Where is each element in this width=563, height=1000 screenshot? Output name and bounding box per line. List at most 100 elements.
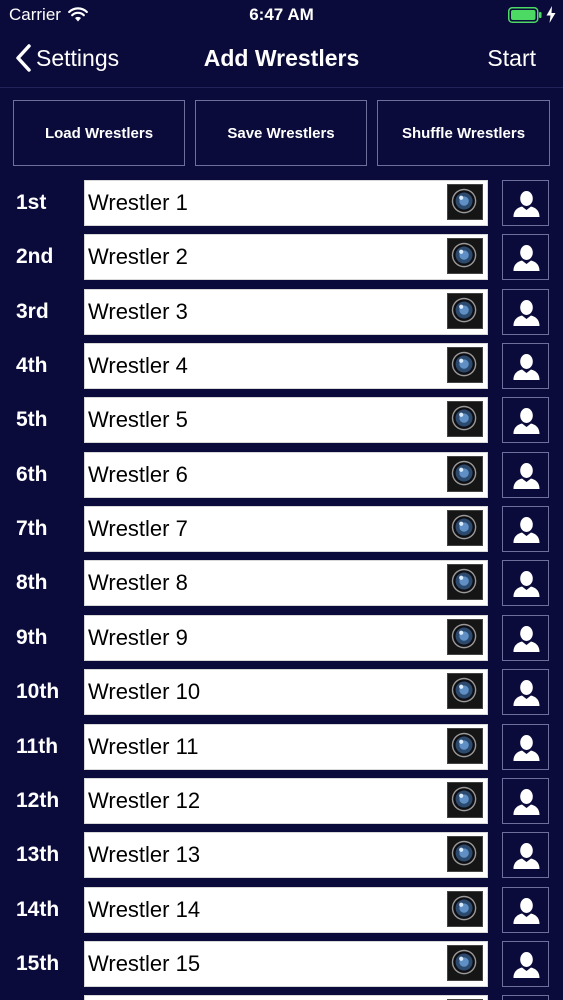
choose-contact-button[interactable] [502,397,549,444]
choose-contact-button[interactable] [502,288,549,335]
choose-contact-button[interactable] [502,506,549,553]
shuffle-wrestlers-button[interactable]: Shuffle Wrestlers [377,100,550,166]
person-icon [513,517,540,544]
camera-lens-icon-graphic [451,677,477,703]
wrestler-name-text: Wrestler 12 [88,787,201,813]
rank-label: 6th [16,462,48,486]
camera-lens-icon[interactable] [447,618,483,655]
rank-label: 13th [16,843,60,867]
person-icon [513,462,540,489]
camera-lens-icon-graphic [451,351,477,377]
wrestler-name-text: Wrestler 7 [88,516,188,542]
camera-lens-icon[interactable] [447,510,483,547]
wrestler-name-text: Wrestler 9 [88,624,188,650]
wrestler-name-text: Wrestler 6 [88,461,188,487]
choose-contact-button[interactable] [502,940,549,987]
camera-lens-icon[interactable] [447,347,483,384]
wrestler-name-field[interactable]: Wrestler 14 [84,886,488,933]
wrestler-name-text: Wrestler 4 [88,353,188,379]
wrestler-name-field[interactable]: Wrestler 7 [84,506,488,553]
camera-lens-icon-graphic [451,895,477,920]
camera-lens-icon-graphic [451,297,477,323]
rank-label: 4th [16,354,48,378]
choose-contact-button[interactable] [502,886,549,933]
wrestler-name-field[interactable]: Wrestler 9 [84,614,488,661]
rank-label: 15th [16,951,60,975]
camera-lens-icon[interactable] [447,401,483,438]
choose-contact-button[interactable] [502,832,549,879]
choose-contact-button[interactable] [502,995,549,1000]
wrestler-name-text: Wrestler 13 [88,842,201,868]
wrestler-row: 3rd Wrestler 3 [0,288,563,335]
wrestler-row: 7th Wrestler 7 [0,506,563,553]
add-wrestlers-screen: Carrier 6:47 AM Settings Add Wrestlers S… [0,0,563,1000]
clock-time: 6:47 AM [249,5,314,24]
wrestler-row: 11th Wrestler 11 [0,723,563,770]
camera-lens-icon[interactable] [447,238,483,275]
rank-label: 2nd [16,245,54,269]
choose-contact-button[interactable] [502,451,549,498]
wrestler-name-field[interactable]: Wrestler 12 [84,777,488,824]
rank-label: 1st [16,191,47,214]
person-icon [513,354,540,381]
wrestler-name-field[interactable] [84,995,488,1000]
wrestler-name-field[interactable]: Wrestler 1 [84,180,488,226]
navigation-bar: Settings Add Wrestlers Start [0,30,563,88]
choose-contact-button[interactable] [502,234,549,281]
wrestler-name-field[interactable]: Wrestler 11 [84,723,488,770]
wrestler-name-text: Wrestler 2 [88,244,188,270]
wrestler-name-field[interactable]: Wrestler 4 [84,343,488,390]
choose-contact-button[interactable] [502,669,549,716]
wrestler-name-text: Wrestler 1 [88,190,188,215]
choose-contact-button[interactable] [502,723,549,770]
wrestler-row: 1st Wrestler 1 [0,180,563,226]
wrestler-name-field[interactable]: Wrestler 6 [84,451,488,498]
wrestler-name-field[interactable]: Wrestler 3 [84,288,488,335]
camera-lens-icon[interactable] [447,781,483,818]
camera-lens-icon[interactable] [447,836,483,873]
status-bar: Carrier 6:47 AM [0,0,563,30]
rank-label: 8th [16,571,48,595]
person-icon [513,843,540,870]
camera-lens-icon[interactable] [447,455,483,492]
choose-contact-button[interactable] [502,180,549,226]
camera-lens-icon[interactable] [447,890,483,927]
choose-contact-button[interactable] [502,614,549,661]
wrestler-row: 8th Wrestler 8 [0,560,563,607]
wrestler-name-field[interactable]: Wrestler 2 [84,234,488,281]
load-wrestlers-button[interactable]: Load Wrestlers [13,100,185,166]
wrestler-name-text: Wrestler 14 [88,896,201,922]
rank-label: 3rd [16,299,49,323]
choose-contact-button[interactable] [502,560,549,607]
camera-lens-icon-graphic [451,188,477,214]
wrestler-row: 5th Wrestler 5 [0,397,563,444]
save-wrestlers-button[interactable]: Save Wrestlers [195,100,367,166]
battery-icon [508,7,542,23]
person-icon [513,571,540,598]
camera-lens-icon[interactable] [447,944,483,981]
camera-lens-icon[interactable] [447,727,483,764]
camera-lens-icon[interactable] [447,184,483,220]
choose-contact-button[interactable] [502,777,549,824]
wrestler-name-field[interactable]: Wrestler 8 [84,560,488,607]
wrestler-name-text: Wrestler 15 [88,950,201,976]
wrestler-name-field[interactable]: Wrestler 15 [84,940,488,987]
wrestler-name-text: Wrestler 5 [88,407,188,433]
wrestler-row: 4th Wrestler 4 [0,343,563,390]
camera-lens-icon-graphic [451,569,477,594]
charging-bolt-icon [546,6,556,23]
person-icon [513,299,540,326]
camera-lens-icon[interactable] [447,292,483,329]
back-label: Settings [36,44,120,71]
person-icon [513,680,540,707]
wrestler-name-field[interactable]: Wrestler 13 [84,832,488,879]
wrestler-name-text: Wrestler 10 [88,679,201,705]
camera-lens-icon[interactable] [447,564,483,601]
start-button[interactable]: Start [487,45,536,72]
camera-lens-icon[interactable] [447,673,483,710]
wrestler-name-field[interactable]: Wrestler 10 [84,669,488,716]
back-button[interactable]: Settings [14,42,119,74]
wrestler-name-field[interactable]: Wrestler 5 [84,397,488,444]
wrestler-row: 9th Wrestler 9 [0,614,563,661]
choose-contact-button[interactable] [502,343,549,390]
